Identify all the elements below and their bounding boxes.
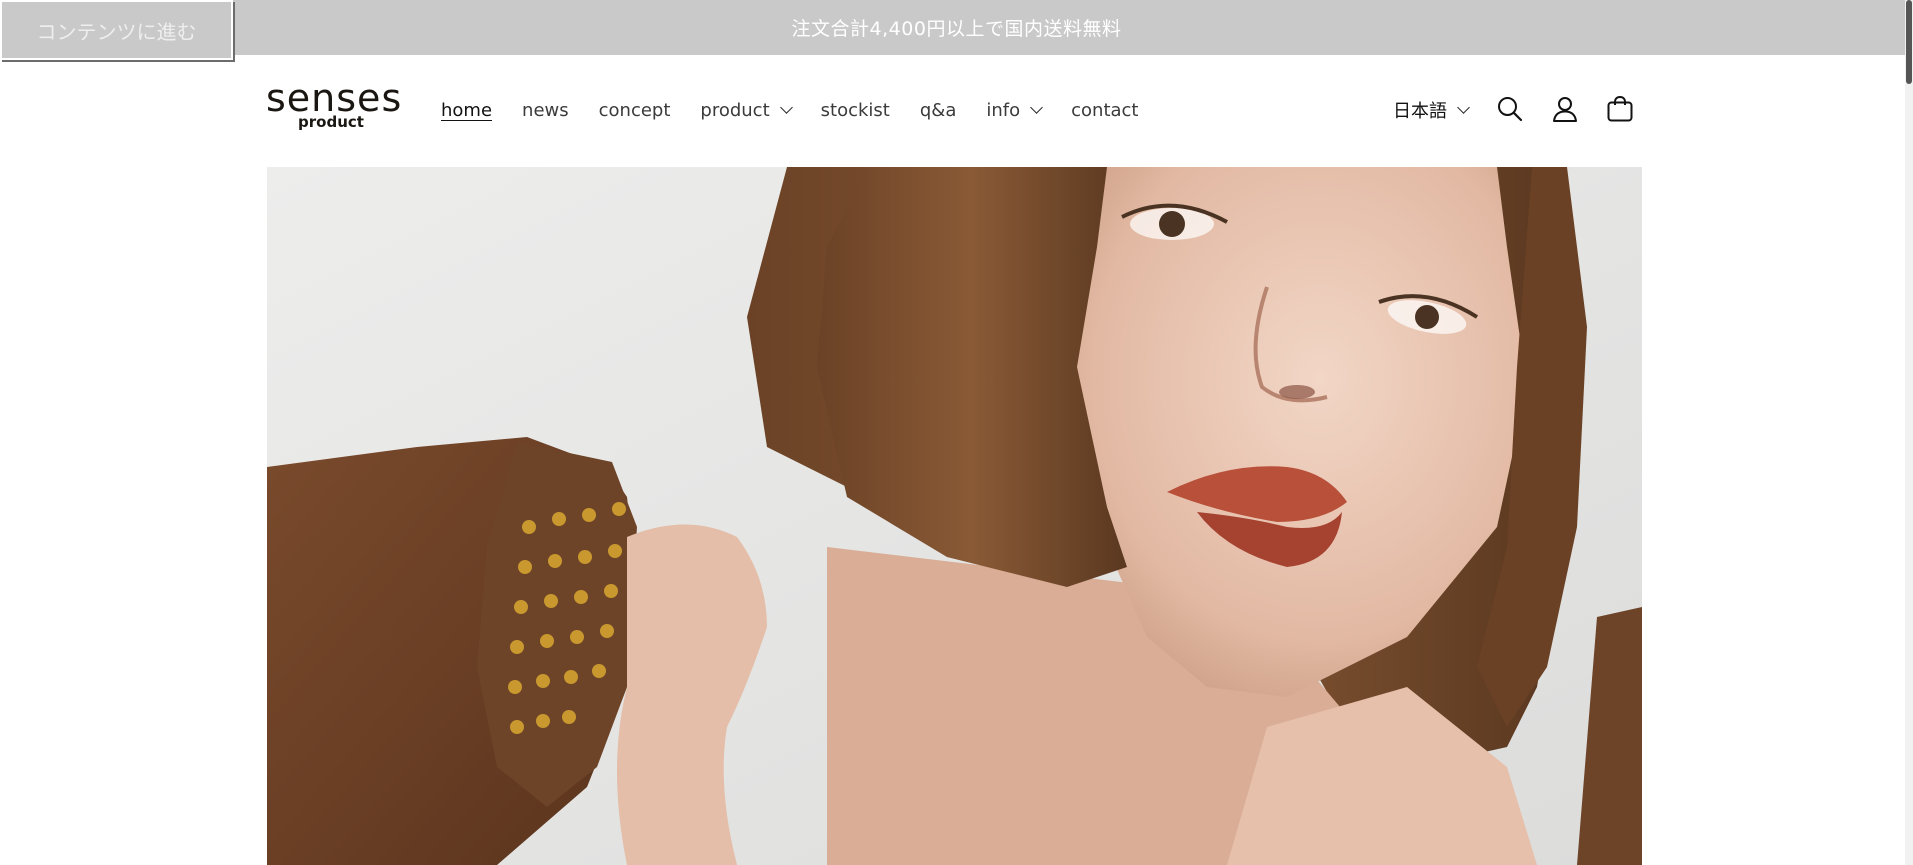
nav-item-info[interactable]: info bbox=[986, 99, 1043, 121]
language-selector[interactable]: 日本語 bbox=[1393, 95, 1470, 125]
nav-item-qa[interactable]: q&a bbox=[920, 100, 957, 121]
nav-item-product[interactable]: product bbox=[700, 99, 793, 121]
cart-button[interactable] bbox=[1602, 91, 1638, 127]
hero-banner[interactable] bbox=[267, 167, 1642, 865]
nav-item-label: concept bbox=[598, 99, 671, 121]
nav-item-label: info bbox=[986, 99, 1021, 121]
chevron-down-icon bbox=[1030, 101, 1043, 114]
nav-item-label: home bbox=[441, 99, 493, 121]
nav-item-news[interactable]: news bbox=[522, 100, 569, 121]
skip-link-label: コンテンツに進む bbox=[36, 19, 197, 44]
announcement-bar: 注文合計4,400円以上で国内送料無料 bbox=[0, 0, 1913, 55]
nav-item-label: news bbox=[522, 99, 569, 121]
chevron-down-icon bbox=[1457, 101, 1470, 114]
logo-wordmark: senses bbox=[266, 76, 403, 120]
site-logo[interactable]: senses product bbox=[266, 76, 403, 130]
skip-to-content-link[interactable]: コンテンツに進む bbox=[0, 0, 233, 60]
nav-item-contact[interactable]: contact bbox=[1071, 100, 1138, 121]
account-icon bbox=[1553, 97, 1577, 122]
chevron-down-icon bbox=[779, 101, 793, 114]
nav-item-label: q&a bbox=[919, 99, 957, 121]
nav-item-stockist[interactable]: stockist bbox=[821, 100, 890, 121]
language-label: 日本語 bbox=[1393, 101, 1447, 122]
site-header: senses product home news concept product… bbox=[0, 55, 1905, 167]
nav-item-label: stockist bbox=[820, 99, 890, 121]
hero-image bbox=[267, 167, 1642, 865]
cart-icon bbox=[1607, 95, 1633, 122]
nav-item-home[interactable]: home bbox=[441, 100, 492, 121]
search-icon bbox=[1498, 97, 1523, 122]
announcement-text: 注文合計4,400円以上で国内送料無料 bbox=[791, 18, 1122, 40]
nav-item-label: contact bbox=[1071, 99, 1139, 121]
search-button[interactable] bbox=[1492, 91, 1528, 127]
nav-item-label: product bbox=[700, 99, 770, 121]
nav-item-concept[interactable]: concept bbox=[599, 100, 671, 121]
account-button[interactable] bbox=[1547, 91, 1583, 127]
scrollbar-thumb[interactable] bbox=[1906, 0, 1912, 84]
page-scrollbar[interactable] bbox=[1905, 0, 1913, 865]
main-nav: home news concept product stockist q&a i… bbox=[441, 95, 1168, 125]
